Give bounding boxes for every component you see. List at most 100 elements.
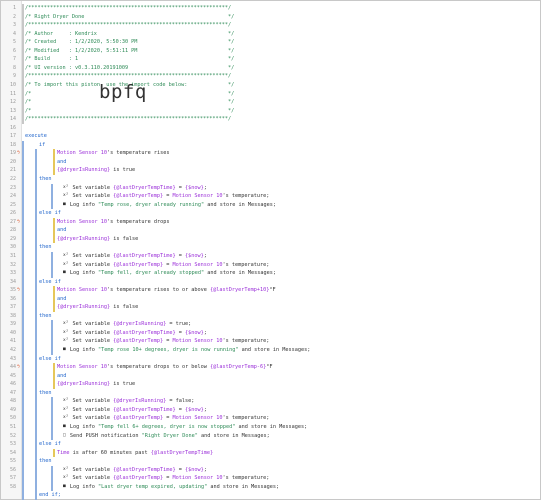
shield-icon: ■ [63, 201, 66, 207]
comment-text: /***************************************… [25, 116, 232, 123]
code-line: 34 else if [1, 278, 531, 286]
comment-line: 13 /* */ [1, 107, 531, 115]
line-number: 37 [9, 304, 16, 311]
code-line: 27 ϟ Motion Sensor 10's temperature drops [1, 218, 531, 226]
code-text: Time is after 60 minutes past {@lastDrye… [57, 449, 214, 456]
code-text: Motion Sensor 10's temperature drops [57, 218, 170, 225]
line-number: 31 [9, 252, 16, 259]
code-line: 36 and [1, 295, 531, 303]
line-number: 11 [9, 90, 16, 97]
x-squared-icon: x² [63, 398, 69, 404]
line-number: 26 [9, 210, 16, 217]
code-text: {@dryerIsRunning} is true [57, 167, 136, 174]
code-text: x² Set variable {@lastDryerTempTime} = {… [63, 466, 207, 473]
line-number: 50 [9, 415, 16, 422]
line-number: 2 [12, 13, 16, 20]
code-line: 22 then [1, 175, 531, 183]
code-line: 31 x² Set variable {@lastDryerTempTime} =… [1, 252, 531, 260]
code-line: 25 ■ Log info "Temp rose, dryer already r… [1, 201, 531, 209]
comment-line: 14 /*************************************… [1, 115, 531, 123]
code-text: else if [39, 278, 61, 285]
comment-line: 1 /**************************************… [1, 4, 531, 12]
line-number: 20 [9, 158, 16, 165]
code-text: then [39, 244, 52, 251]
code-line: 37 {@dryerIsRunning} is false [1, 303, 531, 311]
code-text: then [39, 458, 52, 465]
comment-text: /* UI version : v0.3.110.20191009 */ [25, 64, 235, 71]
comment-text: /* Build : 1 */ [25, 56, 235, 63]
code-text: Motion Sensor 10's temperature rises [57, 150, 170, 157]
code-line: 43 else if [1, 355, 531, 363]
x-squared-icon: x² [63, 466, 69, 472]
code-text: {@dryerIsRunning} is false [57, 304, 139, 311]
code-text: then [39, 176, 52, 182]
line-number: 3 [12, 22, 16, 29]
line-number: 12 [9, 99, 16, 106]
comment-text: /* Created : 1/2/2020, 5:50:30 PM */ [25, 39, 235, 46]
code-text: and [57, 372, 67, 379]
comment-line: 4 /* Author : Kendrix */ [1, 30, 531, 38]
line-number: 49 [9, 406, 16, 413]
x-squared-icon: x² [63, 329, 69, 335]
code-line: 16 [1, 124, 531, 132]
x-squared-icon: x² [63, 321, 69, 327]
code-line: 51 ■ Log info "Temp fell 6+ degrees, drye… [1, 423, 531, 431]
line-number: 14 [9, 116, 16, 123]
code-line: 23 x² Set variable {@lastDryerTempTime} =… [1, 184, 531, 192]
line-number: 43 [9, 355, 16, 362]
line-number: 18 [9, 141, 16, 148]
comment-text: /* Modified : 1/2/2020, 5:51:11 PM */ [25, 47, 235, 54]
line-number: 36 [9, 295, 16, 302]
comment-line: 11/* */ [1, 90, 531, 98]
line-number: 57 [9, 475, 16, 482]
x-squared-icon: x² [63, 415, 69, 421]
code-line: 41 x² Set variable {@lastDryerTemp} = Mot… [1, 337, 531, 345]
line-number: 33 [9, 270, 16, 277]
line-number: 24 [9, 193, 16, 200]
code-text: x² Set variable {@lastDryerTemp} = Motio… [63, 193, 270, 200]
code-line: 21 {@dryerIsRunning} is true [1, 166, 531, 174]
line-number: 48 [9, 398, 16, 405]
code-text: and [57, 158, 67, 165]
code-line: 58 ■ Log info "Last dryer temp expired, u… [1, 483, 531, 491]
line-number: 53 [9, 441, 16, 448]
code-text: x² Set variable {@lastDryerTemp} = Motio… [63, 261, 270, 268]
code-text: Motion Sensor 10's temperature drops to … [57, 364, 273, 371]
code-line: 28 and [1, 226, 531, 234]
line-number: 45 [9, 372, 16, 379]
comment-line: 9 /**************************************… [1, 72, 531, 80]
block-bar [51, 183, 53, 210]
code-text: ■ Log info "Temp fell 6+ degrees, dryer … [63, 423, 308, 430]
block-bar [35, 149, 37, 500]
code-line: 42 ■ Log info "Temp rose 10+ degrees, dry… [1, 346, 531, 354]
code-line: 26 else if [1, 209, 531, 217]
block-bar [53, 217, 55, 244]
comment-line: 6 /* Modified : 1/2/2020, 5:51:11 PM */ [1, 47, 531, 55]
code-text: x² Set variable {@lastDryerTemp} = Motio… [63, 415, 270, 422]
code-line: 30 then [1, 243, 531, 251]
import-code[interactable]: bpfq [99, 82, 147, 102]
line-number: 30 [9, 244, 16, 251]
bell-icon: □ [63, 432, 66, 438]
shield-icon: ■ [63, 483, 66, 489]
comment-line: 5 /* Created : 1/2/2020, 5:50:30 PM */ [1, 38, 531, 46]
comment-line: 2 /* Right Dryer Done */ [1, 13, 531, 21]
code-text: x² Set variable {@lastDryerTemp} = Motio… [63, 475, 270, 482]
code-line: 54 Time is after 60 minutes past {@lastDr… [1, 449, 531, 457]
comment-line: 10/* To import this piston, use the impo… [1, 81, 531, 89]
line-number: 40 [9, 329, 16, 336]
code-line: 56 x² Set variable {@lastDryerTempTime} =… [1, 466, 531, 474]
comment-text: /* Right Dryer Done */ [25, 13, 235, 20]
code-line: 29 {@dryerIsRunning} is false [1, 235, 531, 243]
line-number: 16 [9, 124, 16, 131]
line-number: 19 [9, 150, 16, 157]
line-number: 34 [9, 278, 16, 285]
code-text: else if [39, 441, 61, 448]
code-line: 40 x² Set variable {@lastDryerTempTime} =… [1, 329, 531, 337]
line-number: 47 [9, 389, 16, 396]
comment-text: /* Author : Kendrix */ [25, 30, 235, 37]
line-number: 27 [9, 218, 16, 225]
line-number: 41 [9, 338, 16, 345]
block-bar [22, 140, 24, 500]
shield-icon: ■ [63, 347, 66, 352]
